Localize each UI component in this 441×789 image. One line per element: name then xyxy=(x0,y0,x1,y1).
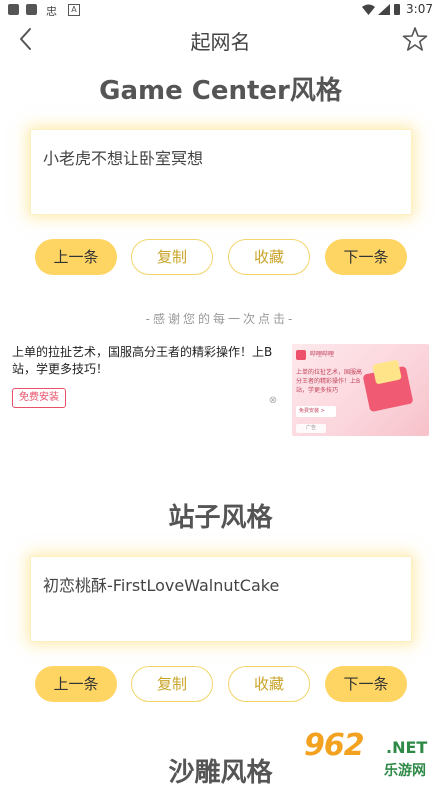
favorite-button[interactable]: 收藏 xyxy=(228,666,310,702)
prev-button[interactable]: 上一条 xyxy=(35,239,117,275)
battery-icon xyxy=(394,4,400,15)
generated-name-box: 初恋桃酥-FirstLoveWalnutCake xyxy=(30,556,412,642)
action-button-row: 上一条 复制 收藏 下一条 xyxy=(0,239,441,275)
ad-image[interactable]: 哔哩哔哩 上单的拉扯艺术，国服高分王者的精彩操作！上B站，学更多技巧 免费安装 … xyxy=(292,344,429,436)
generated-name-text: 小老虎不想让卧室冥想 xyxy=(43,149,204,168)
thanks-text: -感谢您的每一次点击- xyxy=(145,312,296,326)
status-bar: 忠 A 3:07 xyxy=(0,0,441,20)
watermark-number: 962 xyxy=(304,728,365,763)
ad-text: 上单的拉扯艺术，国服高分王者的精彩操作！上B站，学更多技巧！ xyxy=(12,345,273,376)
a-notification-icon: A xyxy=(68,4,80,16)
next-button[interactable]: 下一条 xyxy=(325,239,407,275)
copy-button[interactable]: 复制 xyxy=(131,239,213,275)
ad-image-brand: 哔哩哔哩 xyxy=(310,351,335,358)
site-watermark: 962 .NET 乐游网 xyxy=(300,728,438,782)
watermark-sub: 乐游网 xyxy=(384,763,426,779)
star-outline-icon[interactable] xyxy=(401,25,429,53)
wifi-icon xyxy=(362,4,375,15)
ad-install-button[interactable]: 免费安装 xyxy=(12,388,66,408)
section-title-zhanzi: 站子风格 xyxy=(168,503,273,533)
favorite-button[interactable]: 收藏 xyxy=(228,239,310,275)
ad-close-icon[interactable]: ⊗ xyxy=(266,396,280,406)
generated-name-box: 小老虎不想让卧室冥想 xyxy=(30,129,412,215)
notification-square-icon xyxy=(26,4,37,15)
notification-square-icon xyxy=(8,4,19,15)
prev-button[interactable]: 上一条 xyxy=(35,666,117,702)
page-title: 起网名 xyxy=(190,30,251,54)
ad-image-button: 免费安装 > xyxy=(296,406,336,417)
signal-icon xyxy=(378,4,390,15)
ad-brand-logo-icon xyxy=(296,350,306,360)
action-button-row: 上一条 复制 收藏 下一条 xyxy=(0,666,441,702)
section-title-game-center: Game Center风格 xyxy=(99,76,342,106)
generated-name-text: 初恋桃酥-FirstLoveWalnutCake xyxy=(43,576,280,595)
ad-image-text: 上单的拉扯艺术，国服高分王者的精彩操作！上B站，学更多技巧 xyxy=(296,369,363,394)
ad-banner[interactable]: 上单的拉扯艺术，国服高分王者的精彩操作！上B站，学更多技巧！ 免费安装 ⊗ 哔哩… xyxy=(12,344,430,436)
watermark-net: .NET xyxy=(386,738,428,757)
app-notification-icon: 忠 xyxy=(46,5,57,18)
ad-corner-label: 广告 xyxy=(296,424,326,433)
status-time: 3:07 xyxy=(406,2,433,16)
nav-bar: 起网名 xyxy=(0,20,441,60)
copy-button[interactable]: 复制 xyxy=(131,666,213,702)
next-button[interactable]: 下一条 xyxy=(325,666,407,702)
